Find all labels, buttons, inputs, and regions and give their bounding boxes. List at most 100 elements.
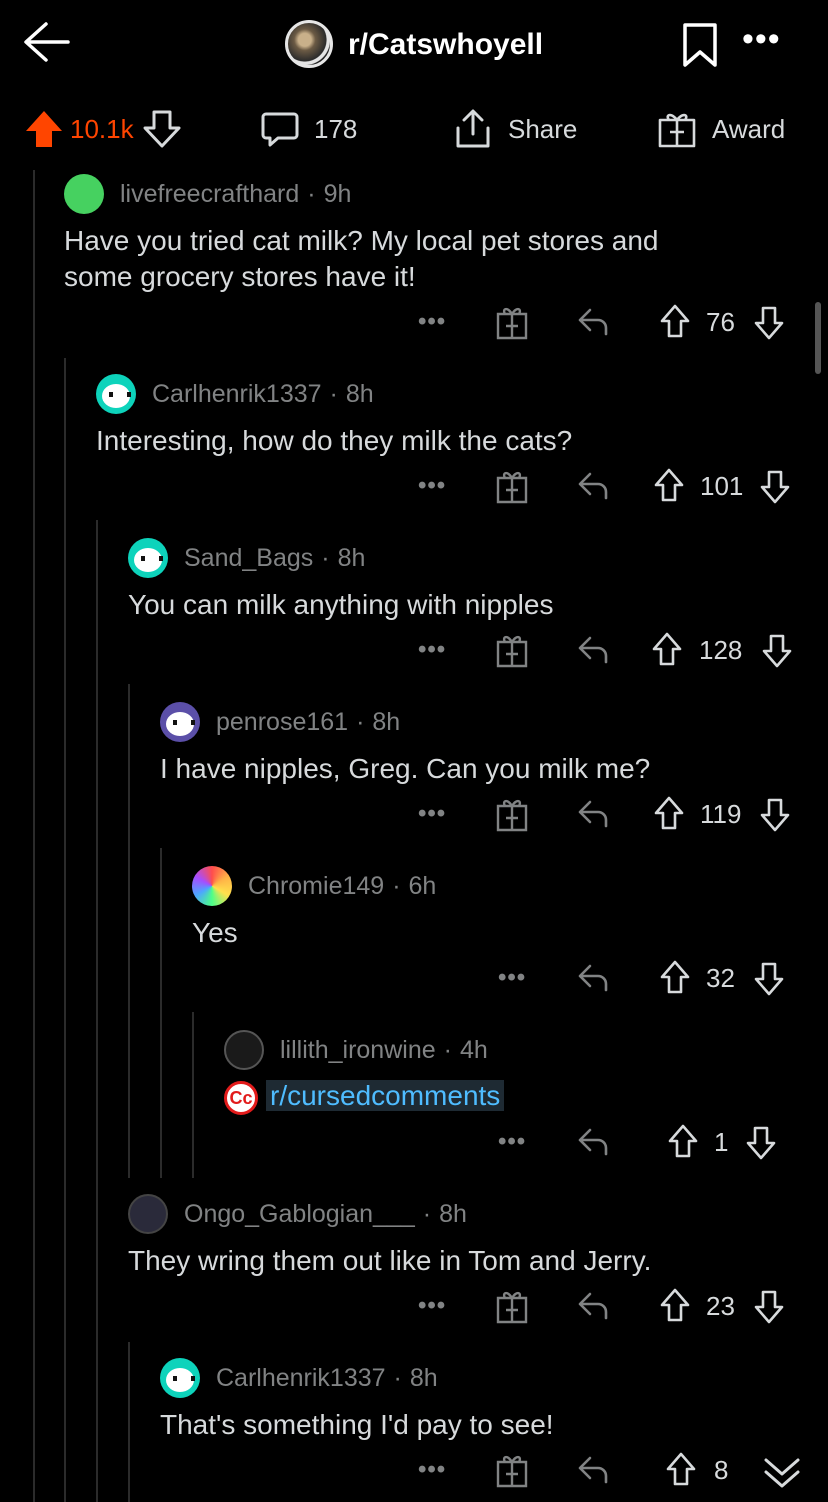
- upvote-icon[interactable]: [654, 794, 684, 834]
- more-options-icon[interactable]: •••: [418, 302, 446, 342]
- back-arrow-icon[interactable]: [22, 20, 72, 64]
- score: 23: [706, 1290, 735, 1321]
- timestamp: 8h: [409, 1363, 438, 1392]
- username[interactable]: livefreecrafthard: [120, 180, 299, 209]
- upvote-icon[interactable]: [660, 958, 690, 998]
- comment-header: lillith_ironwine · 4h: [224, 1030, 488, 1070]
- more-options-icon[interactable]: •••: [418, 794, 446, 834]
- comment-header: livefreecrafthard · 9h: [64, 174, 351, 214]
- comment-actions: ••• 1: [0, 1122, 828, 1162]
- upvote-icon[interactable]: [668, 1122, 698, 1162]
- downvote-icon[interactable]: [754, 302, 784, 342]
- more-options-icon[interactable]: •••: [498, 1122, 526, 1162]
- username[interactable]: Carlhenrik1337: [216, 1364, 386, 1393]
- comment-header: Sand_Bags · 8h: [128, 538, 365, 578]
- comment-header: Chromie149 · 6h: [192, 866, 436, 906]
- user-avatar[interactable]: [128, 1194, 168, 1234]
- reply-icon[interactable]: [576, 1450, 610, 1490]
- comment-actions: ••• 8: [0, 1450, 828, 1490]
- username[interactable]: Ongo_Gablogian___: [184, 1200, 415, 1229]
- thread-line[interactable]: [128, 684, 130, 1178]
- upvote-icon[interactable]: [654, 466, 684, 506]
- comment-header: Carlhenrik1337 · 8h: [160, 1358, 438, 1398]
- share-button[interactable]: Share: [452, 104, 577, 154]
- separator-dot: ·: [356, 707, 365, 736]
- user-avatar[interactable]: [224, 1030, 264, 1070]
- comment-body-line: You can milk anything with nipples: [128, 589, 554, 620]
- post-vote-bar: 10.1k: [24, 104, 182, 154]
- thread-line[interactable]: [64, 358, 66, 1502]
- comment-body-line: Have you tried cat milk? My local pet st…: [64, 225, 659, 256]
- gift-icon: [658, 113, 696, 148]
- gift-icon[interactable]: [496, 1286, 528, 1326]
- user-avatar[interactable]: [64, 174, 104, 214]
- award-button[interactable]: Award: [656, 104, 785, 154]
- reply-icon[interactable]: [576, 794, 610, 834]
- user-avatar[interactable]: [160, 1358, 200, 1398]
- comment-bubble-icon: [261, 112, 299, 147]
- more-options-icon[interactable]: •••: [418, 466, 446, 506]
- chevron-down-icon[interactable]: [762, 1452, 802, 1492]
- timestamp: 8h: [372, 707, 401, 736]
- comment-body-line: I have nipples, Greg. Can you milk me?: [160, 753, 651, 784]
- comment-actions: ••• 23: [0, 1286, 828, 1326]
- gift-icon[interactable]: [496, 1450, 528, 1490]
- separator-dot: ·: [307, 179, 316, 208]
- subreddit-avatar[interactable]: [285, 20, 333, 68]
- downvote-icon[interactable]: [760, 794, 790, 834]
- comment-body-line: Interesting, how do they milk the cats?: [96, 425, 573, 456]
- more-options-icon[interactable]: •••: [498, 958, 526, 998]
- comment-header: Ongo_Gablogian___ · 8h: [128, 1194, 467, 1234]
- user-avatar[interactable]: [128, 538, 168, 578]
- upvote-icon[interactable]: [660, 1286, 690, 1326]
- downvote-icon[interactable]: [746, 1122, 776, 1162]
- more-options-icon[interactable]: •••: [418, 1450, 446, 1490]
- more-options-icon[interactable]: •••: [418, 1286, 446, 1326]
- reply-icon[interactable]: [576, 1286, 610, 1326]
- upvote-icon[interactable]: [660, 302, 690, 342]
- reply-icon[interactable]: [576, 302, 610, 342]
- comment-actions: ••• 32: [0, 958, 828, 998]
- downvote-icon[interactable]: [754, 958, 784, 998]
- username[interactable]: Carlhenrik1337: [152, 380, 322, 409]
- gift-icon[interactable]: [496, 466, 528, 506]
- reply-icon[interactable]: [576, 466, 610, 506]
- username[interactable]: Chromie149: [248, 872, 384, 901]
- scrollbar[interactable]: [815, 302, 821, 374]
- downvote-icon[interactable]: [760, 466, 790, 506]
- comment-body-line: some grocery stores have it!: [64, 261, 416, 292]
- comment-header: Carlhenrik1337 · 8h: [96, 374, 374, 414]
- timestamp: 8h: [345, 379, 374, 408]
- score: 1: [714, 1126, 729, 1157]
- username[interactable]: lillith_ironwine: [280, 1036, 436, 1065]
- separator-dot: ·: [329, 379, 338, 408]
- downvote-icon[interactable]: [762, 630, 792, 670]
- comments-button[interactable]: 178: [260, 104, 357, 154]
- user-avatar[interactable]: [192, 866, 232, 906]
- bookmark-icon[interactable]: [682, 22, 718, 68]
- username[interactable]: Sand_Bags: [184, 544, 313, 573]
- downvote-icon[interactable]: [754, 1286, 784, 1326]
- reply-icon[interactable]: [576, 1122, 610, 1162]
- user-avatar[interactable]: [160, 702, 200, 742]
- upvote-icon[interactable]: [652, 630, 682, 670]
- upvote-icon[interactable]: [666, 1450, 696, 1490]
- score: 8: [714, 1454, 729, 1485]
- reply-icon[interactable]: [576, 958, 610, 998]
- username[interactable]: penrose161: [216, 708, 348, 737]
- user-avatar[interactable]: [96, 374, 136, 414]
- more-options-icon[interactable]: •••: [418, 630, 446, 670]
- gift-icon[interactable]: [496, 794, 528, 834]
- cursedcomments-logo-icon: Cc: [224, 1080, 258, 1115]
- subreddit-link[interactable]: r/cursedcomments: [266, 1080, 505, 1111]
- more-options-icon[interactable]: •••: [742, 20, 781, 59]
- reply-icon[interactable]: [576, 630, 610, 670]
- share-icon: [456, 109, 490, 148]
- upvote-filled-icon[interactable]: [24, 109, 64, 149]
- gift-icon[interactable]: [496, 630, 528, 670]
- downvote-icon[interactable]: [142, 109, 182, 149]
- gift-icon[interactable]: [496, 302, 528, 342]
- subreddit-name[interactable]: r/Catswhoyell: [348, 28, 543, 62]
- comment-actions: ••• 76: [0, 302, 828, 342]
- separator-dot: ·: [393, 1363, 402, 1392]
